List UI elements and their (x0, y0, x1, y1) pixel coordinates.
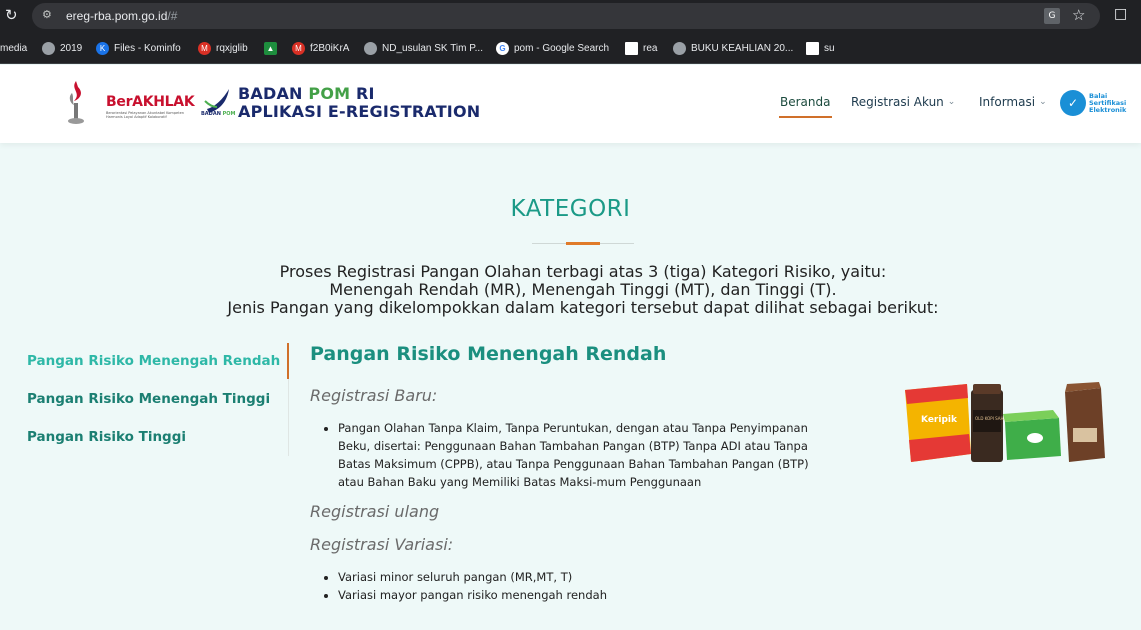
bookmark-2019[interactable]: 2019 (42, 40, 82, 56)
bookmark-rqxjglib[interactable]: Mrqxjglib (198, 40, 248, 56)
kominfo-icon: K (96, 41, 109, 55)
site-header: BerAKHLAK Berorientasi Pelayanan Akuntab… (0, 65, 1141, 143)
brand-subtitle: APLIKASI E-REGISTRATION (238, 102, 481, 121)
address-bar[interactable]: ⚙ ereg-rba.pom.go.id/# G ☆ (32, 3, 1100, 29)
registrasi-variasi-list: Variasi minor seluruh pangan (MR,MT, T) … (322, 568, 607, 604)
browser-toolbar: ↻ ⚙ ereg-rba.pom.go.id/# G ☆ □ (0, 0, 1141, 32)
globe-icon (42, 41, 55, 55)
nav-registrasi-akun[interactable]: Registrasi Akun ⌄ (851, 95, 955, 109)
title-divider-accent (566, 242, 600, 245)
list-item: Variasi mayor pangan risiko menengah ren… (338, 586, 607, 604)
bookmark-su[interactable]: su (806, 40, 835, 56)
panel-title: Pangan Risiko Menengah Rendah (310, 343, 667, 365)
page-icon (625, 41, 638, 55)
bookmark-rea[interactable]: rea (625, 40, 657, 56)
chevron-down-icon: ⌄ (947, 97, 956, 107)
reload-icon[interactable]: ↻ (5, 6, 18, 24)
translate-icon[interactable]: G (1044, 8, 1060, 24)
list-item: Pangan Olahan Tanpa Klaim, Tanpa Peruntu… (338, 419, 809, 491)
bookmark-buku-keahlian[interactable]: BUKU KEAHLIAN 20... (673, 40, 793, 56)
bookmark-media[interactable]: media (0, 40, 27, 56)
bsre-logo: ✓ Balai Sertifikasi Elektronik (1060, 90, 1126, 116)
keripik-label: Keripik (921, 415, 958, 425)
registrasi-variasi-heading: Registrasi Variasi: (310, 535, 454, 554)
url-text: ereg-rba.pom.go.id/# (66, 9, 178, 23)
mega-icon: M (292, 41, 305, 55)
section-title: KATEGORI (510, 196, 631, 222)
chevron-down-icon: ⌄ (1039, 97, 1047, 107)
garuda-flame-logo-icon (68, 81, 84, 124)
bookmarks-bar: media 2019 K Files - Kominfo Mrqxjglib ▲ … (0, 32, 1141, 64)
list-item: Variasi minor seluruh pangan (MR,MT, T) (338, 568, 607, 586)
tab-risiko-tinggi[interactable]: Pangan Risiko Tinggi (27, 429, 186, 445)
tab-risiko-menengah-tinggi[interactable]: Pangan Risiko Menengah Tinggi (27, 391, 270, 407)
bookmark-f2b0ikra[interactable]: Mf2B0iKrA (292, 40, 349, 56)
intro-text: Proses Registrasi Pangan Olahan terbagi … (227, 262, 939, 317)
globe-icon (364, 41, 377, 55)
nav-active-underline (779, 116, 832, 118)
registrasi-ulang-heading: Registrasi ulang (310, 502, 440, 521)
nav-beranda[interactable]: Beranda (780, 95, 830, 109)
nav-informasi[interactable]: Informasi ⌄ (979, 95, 1047, 109)
tab-risiko-menengah-rendah[interactable]: Pangan Risiko Menengah Rendah (27, 353, 280, 369)
extensions-icon[interactable]: □ (1114, 6, 1127, 22)
bookmark-files-kominfo[interactable]: K Files - Kominfo (96, 40, 181, 56)
bookmark-star-icon[interactable]: ☆ (1072, 6, 1085, 24)
globe-icon (673, 41, 686, 55)
registrasi-baru-list: Pangan Olahan Tanpa Klaim, Tanpa Peruntu… (322, 419, 809, 491)
bookmark-pom-google[interactable]: Gpom - Google Search (496, 40, 609, 56)
berakhlak-logo: BerAKHLAK Berorientasi Pelayanan Akuntab… (106, 94, 195, 119)
page-icon (806, 41, 819, 55)
bookmark-nd-usulan[interactable]: ND_usulan SK Tim P... (364, 40, 483, 56)
food-products-image: Keripik OLD KOPI SAHABAT (905, 382, 1105, 462)
brand-title: BADAN POM RI (238, 84, 375, 103)
bookmark-drive[interactable]: ▲ (264, 40, 277, 56)
category-tablist: Pangan Risiko Menengah Rendah Pangan Ris… (27, 343, 289, 456)
google-drive-icon: ▲ (264, 41, 277, 55)
active-tab-indicator (287, 343, 289, 379)
registrasi-baru-heading: Registrasi Baru: (310, 386, 438, 405)
mega-icon: M (198, 41, 211, 55)
badan-pom-small-label: BADAN POM (201, 111, 236, 117)
google-icon: G (496, 41, 509, 55)
bsre-logo-icon: ✓ (1060, 90, 1086, 116)
site-info-icon[interactable]: ⚙ (42, 8, 52, 21)
